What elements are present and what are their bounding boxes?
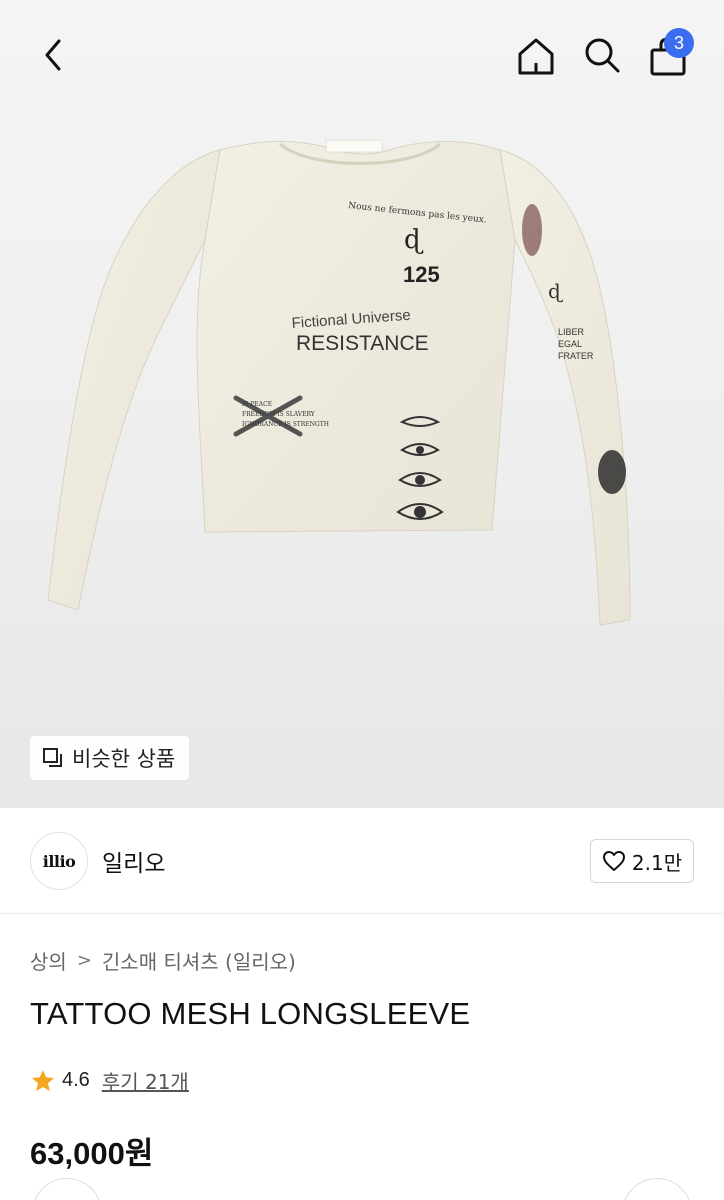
similar-products-button[interactable]: 비슷한 상품: [30, 736, 190, 780]
rating-value: 4.6: [62, 1069, 90, 1091]
breadcrumb-item-category[interactable]: 상의: [30, 946, 67, 975]
number-text: 125: [403, 262, 440, 287]
rating-row: 4.6 후기 21개: [30, 1066, 189, 1095]
breadcrumb-separator: >: [76, 950, 92, 971]
search-icon: [585, 38, 620, 73]
product-price: 63,000원: [30, 1136, 154, 1171]
partial-circle-button-right[interactable]: [622, 1178, 692, 1200]
brand-logo[interactable]: illio: [30, 832, 88, 890]
brand-row: illio 일리오 2.1만: [0, 808, 724, 914]
cart-count-badge: 3: [664, 28, 694, 58]
home-button[interactable]: [510, 30, 562, 82]
chevron-left-icon: [45, 39, 61, 71]
svg-text:ɖ: ɖ: [548, 279, 563, 303]
resistance-text: RESISTANCE: [296, 332, 429, 355]
search-button[interactable]: [577, 30, 627, 80]
like-count: 2.1만: [631, 850, 683, 875]
star-icon: [32, 1069, 54, 1091]
partial-circle-button-left[interactable]: [32, 1178, 102, 1200]
breadcrumb-item-subcategory[interactable]: 긴소매 티셔츠 (일리오): [102, 946, 296, 975]
copy-icon: [43, 748, 62, 767]
heart-icon: [602, 851, 625, 871]
product-hero: Nous ne fermons pas les yeux. ɖ 125 Fict…: [0, 0, 724, 808]
svg-text:FRATER: FRATER: [558, 351, 594, 361]
product-image[interactable]: Nous ne fermons pas les yeux. ɖ 125 Fict…: [30, 120, 694, 640]
back-button[interactable]: [28, 30, 78, 80]
like-button[interactable]: 2.1만: [590, 839, 694, 883]
home-icon: [518, 38, 554, 75]
breadcrumb: 상의 > 긴소매 티셔츠 (일리오): [30, 946, 296, 975]
similar-products-label: 비슷한 상품: [72, 747, 176, 771]
product-title: TATTOO MESH LONGSLEEVE: [30, 996, 471, 1031]
review-count-link[interactable]: 후기 21개: [102, 1066, 189, 1095]
brand-logo-text: illio: [42, 851, 76, 871]
brand-name[interactable]: 일리오: [102, 844, 165, 878]
svg-text:EGAL: EGAL: [558, 339, 582, 349]
svg-text:LIBER: LIBER: [558, 327, 585, 337]
top-bar: 3: [0, 0, 724, 110]
